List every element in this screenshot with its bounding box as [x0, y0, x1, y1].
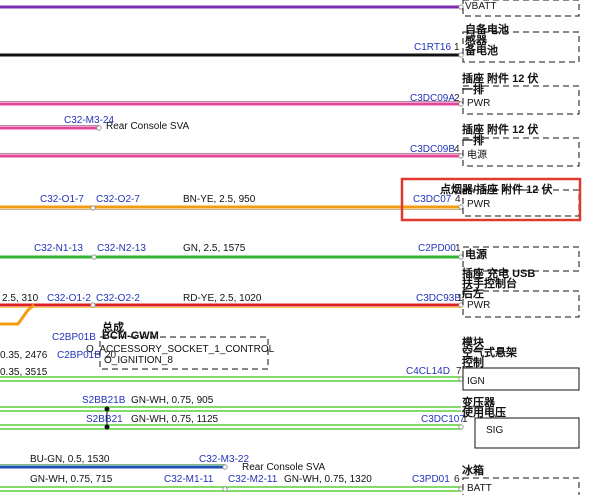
wire-connector-label: S2BB21	[86, 414, 123, 425]
splice-point	[104, 406, 110, 412]
wire-spec: 0.35, 2476	[0, 350, 48, 361]
wire-connector-label: C32-O1-2	[47, 293, 91, 304]
wire-spec: GN-WH, 0.75, 905	[131, 395, 214, 406]
connector-label: C3DC09A	[410, 93, 455, 104]
component-title: 插座 附件 12 伏	[462, 122, 538, 136]
wire-connector-label: C32-M1-11	[164, 474, 214, 485]
wire-usb-socket[interactable]	[0, 303, 461, 326]
connector-point	[90, 302, 96, 308]
connector-label: C3DC09B	[410, 144, 455, 155]
wire-gn-wh-905[interactable]	[0, 406, 461, 412]
pin-function: BATT	[467, 483, 492, 494]
wire-socket-a[interactable]	[0, 101, 461, 106]
pin-function: PWR	[467, 300, 490, 311]
connector-point	[90, 205, 96, 211]
component-title: 一排	[462, 82, 484, 96]
component-title: 冰箱	[462, 463, 484, 477]
connector-label: C2PD00	[418, 243, 456, 254]
wire-socket-b[interactable]	[0, 153, 461, 158]
component-title: 点烟器/插座 附件 12 伏	[440, 182, 552, 196]
pin-number: 6	[454, 474, 460, 485]
pin-number: 1	[454, 42, 460, 53]
connector-label: C3PD01	[412, 474, 450, 485]
connector-point	[458, 424, 464, 430]
pin-number: 4	[454, 144, 460, 155]
wire-connector-label: C32-O2-2	[96, 293, 140, 304]
wire-spec: GN-WH, 0.75, 1125	[131, 414, 219, 425]
wire-destination: Rear Console SVA	[242, 462, 326, 473]
component-title: 自备电池	[465, 22, 509, 36]
wire-connector-label: C2BP01B	[57, 350, 101, 361]
component-title: 一排	[462, 133, 484, 147]
component-title: 使用电压	[461, 405, 506, 419]
wire-gn-wh-1125[interactable]	[0, 411, 461, 430]
wire-spec: 2.5, 310	[2, 293, 39, 304]
wire-spec: BN-YE, 2.5, 950	[183, 194, 256, 205]
wire-connector-label: C32-N1-13	[34, 243, 83, 254]
wire-connector-label: C32-M2-11	[228, 474, 278, 485]
wire-connector-label: C32-N2-13	[97, 243, 146, 254]
component-title: 插座 附件 12 伏	[462, 71, 538, 85]
pin-function: 电源	[467, 148, 487, 161]
connector-label: C1RT16	[414, 42, 451, 53]
wire-destination: Rear Console SVA	[106, 121, 190, 132]
pin-function: IGN	[467, 376, 485, 387]
connector-point	[222, 486, 228, 492]
component-title: 备电池	[464, 43, 498, 57]
wiring-diagram: VBATT C1RT16 1 C3DC09A 2 C3DC09B 4 C3DC0…	[0, 0, 582, 495]
wire-spec: GN-WH, 0.75, 1320	[284, 474, 372, 485]
wire-spec: GN, 2.5, 1575	[183, 243, 246, 254]
connector-label-vbatt: VBATT	[465, 1, 496, 12]
connector-label: C3DC93B	[416, 293, 461, 304]
wire-connector-label: C32-O2-7	[96, 194, 140, 205]
wire-fridge[interactable]	[0, 486, 461, 492]
pin-function: PWR	[467, 98, 490, 109]
splice-point	[104, 424, 110, 430]
connector-label: C3DC107	[421, 414, 465, 425]
pin-function: SIG	[486, 425, 503, 436]
wire-ignition[interactable]	[0, 376, 461, 382]
component-title: 后左	[462, 286, 484, 300]
wire-connector-label: C2BP01B	[52, 332, 96, 343]
connector-point	[96, 125, 102, 131]
bcm-title: BCM-GWM	[102, 330, 159, 342]
wire-cigar-lighter[interactable]	[0, 205, 461, 210]
pin-function: 电源	[465, 247, 487, 261]
pin-number: 2	[454, 93, 460, 104]
wire-connector-label: C32-O1-7	[40, 194, 84, 205]
connector-point	[222, 464, 228, 470]
component-title: 控制	[462, 355, 484, 369]
pin-number: 20	[105, 350, 117, 361]
wire-spec: RD-YE, 2.5, 1020	[183, 293, 262, 304]
wire-spec: BU-GN, 0.5, 1530	[30, 454, 110, 465]
wire-spec: 0.35, 3515	[0, 367, 48, 378]
wire-spec: GN-WH, 0.75, 715	[30, 474, 113, 485]
connector-label: C4CL14D	[406, 366, 450, 377]
wire-connector-label: S2BB21B	[82, 395, 126, 406]
pin-function: PWR	[467, 199, 490, 210]
pin-number: 1	[455, 243, 461, 254]
connector-point	[91, 254, 97, 260]
